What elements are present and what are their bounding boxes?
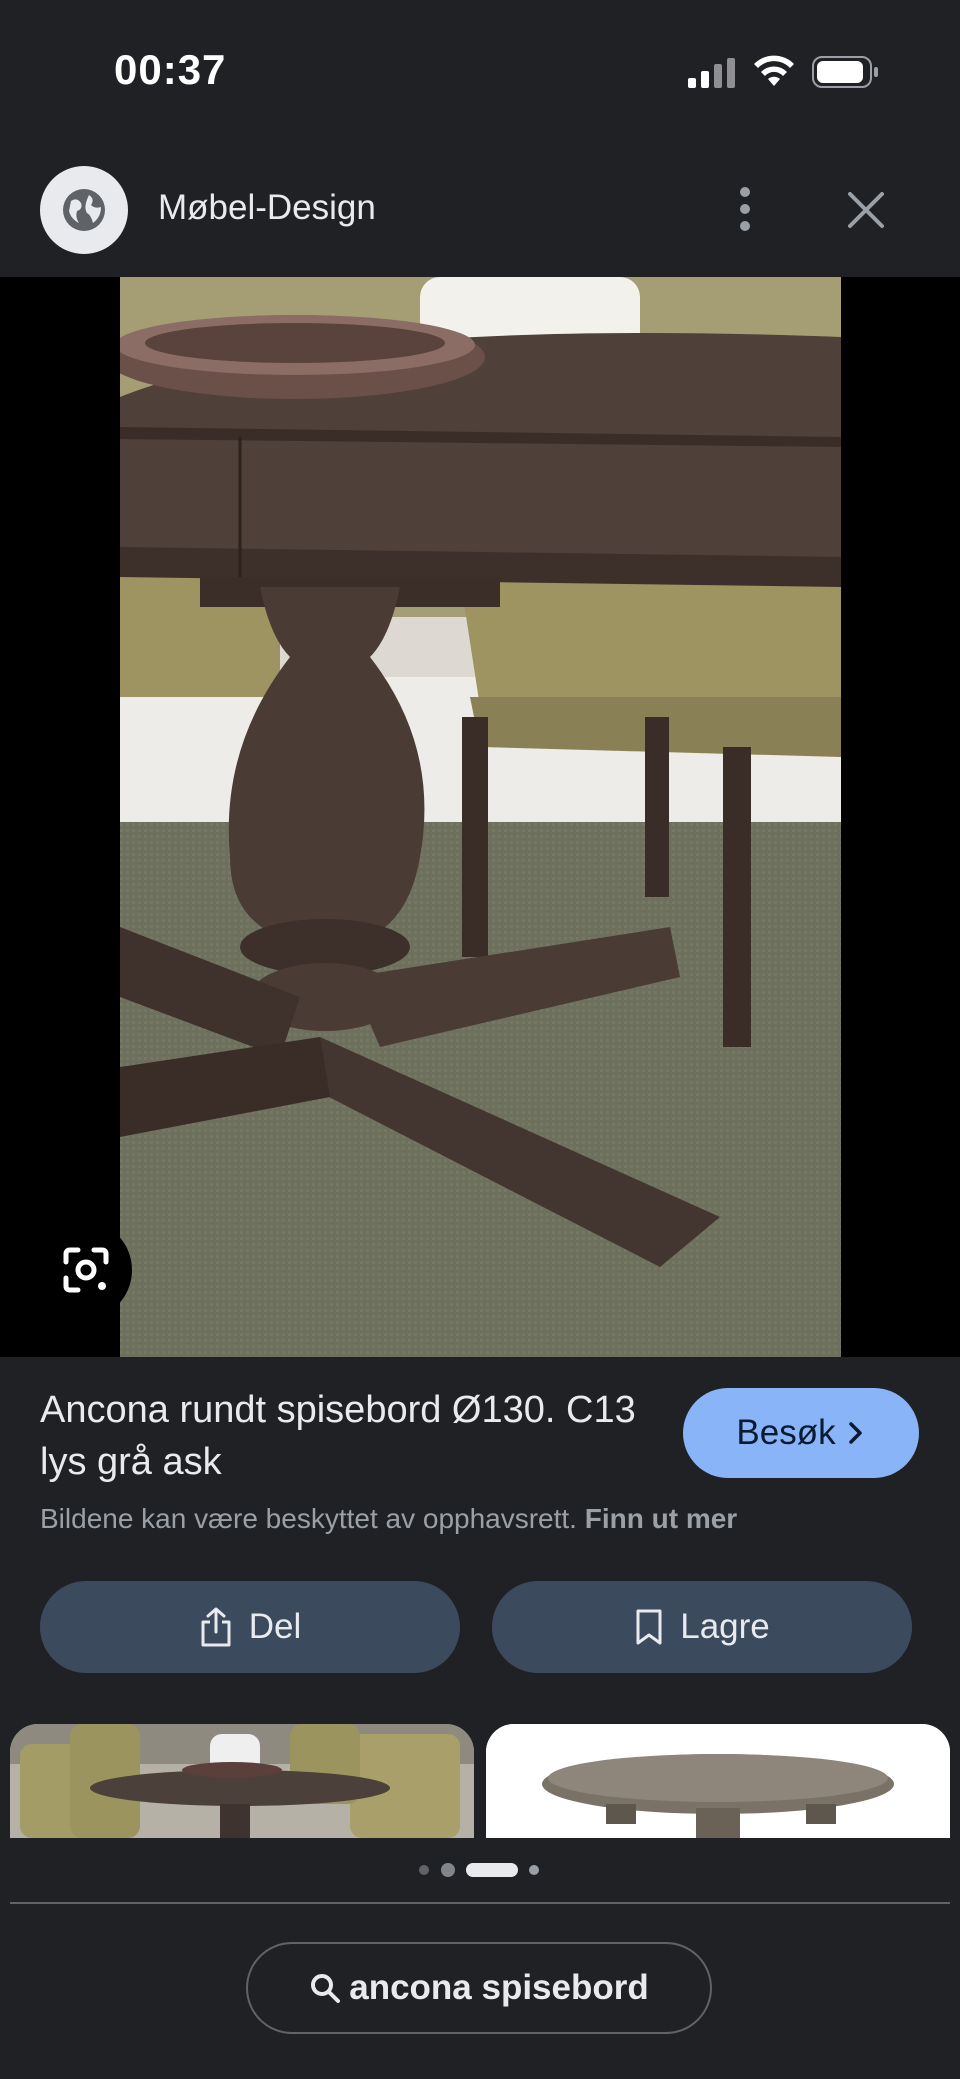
search-query-text: ancona spisebord xyxy=(349,1968,649,2007)
status-time: 00:37 xyxy=(114,46,227,93)
close-icon[interactable] xyxy=(846,190,886,230)
pager-dot-active xyxy=(466,1863,518,1877)
related-image-thumbnail[interactable] xyxy=(10,1724,474,1838)
site-name[interactable]: Møbel-Design xyxy=(158,188,376,228)
pager-dot xyxy=(441,1863,455,1877)
visit-button[interactable]: Besøk xyxy=(683,1388,919,1478)
share-icon xyxy=(201,1607,231,1647)
wifi-icon xyxy=(754,55,794,86)
pager-dot xyxy=(419,1865,429,1875)
google-lens-icon xyxy=(63,1247,109,1293)
result-title[interactable]: Ancona rundt spisebord Ø130. C13 lys grå… xyxy=(40,1384,640,1488)
cellular-signal-icon xyxy=(688,58,735,88)
visit-label: Besøk xyxy=(736,1413,836,1452)
bookmark-icon xyxy=(636,1609,662,1645)
share-button[interactable]: Del xyxy=(40,1581,460,1673)
divider xyxy=(10,1902,950,1904)
save-button[interactable]: Lagre xyxy=(492,1581,912,1673)
copyright-text: Bildene kan være beskyttet av opphavsret… xyxy=(40,1503,577,1534)
search-query-chip[interactable]: ancona spisebord xyxy=(246,1942,712,2034)
save-label: Lagre xyxy=(680,1607,770,1646)
globe-icon xyxy=(63,189,105,231)
product-image[interactable] xyxy=(120,277,841,1357)
more-vert-icon[interactable] xyxy=(728,184,762,234)
copyright-notice: Bildene kan være beskyttet av opphavsret… xyxy=(40,1503,737,1535)
pager-dot xyxy=(529,1865,539,1875)
search-icon xyxy=(311,1974,341,2003)
pagination-indicator xyxy=(419,1863,539,1877)
battery-icon xyxy=(812,56,878,88)
site-logo[interactable] xyxy=(40,166,128,254)
related-image-thumbnail[interactable] xyxy=(486,1724,950,1838)
share-label: Del xyxy=(248,1607,302,1646)
chevron-right-icon xyxy=(848,1422,862,1444)
learn-more-link[interactable]: Finn ut mer xyxy=(585,1503,737,1534)
